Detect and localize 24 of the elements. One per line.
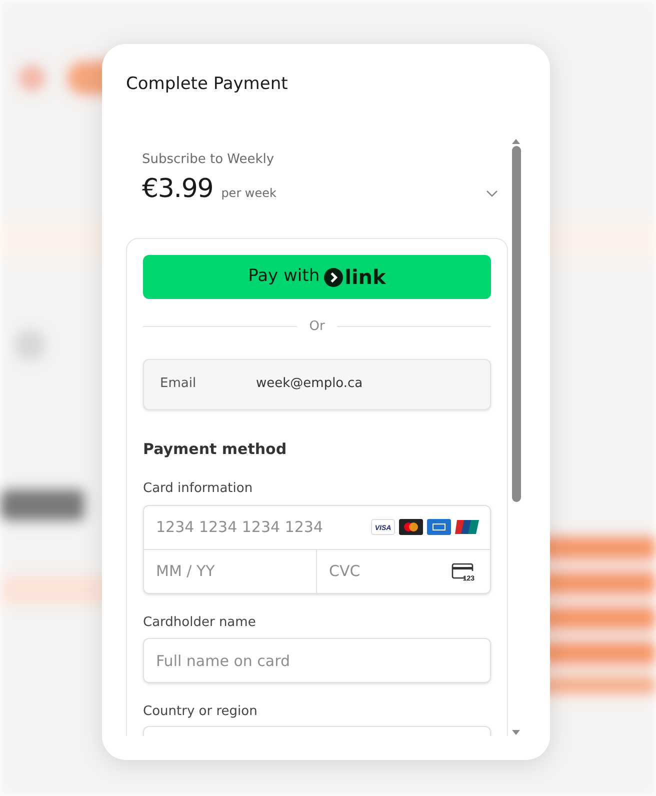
cardholder-name-field[interactable]: Full name on card [143,638,491,683]
unionpay-logo-icon [455,518,479,534]
chevron-right-icon [324,268,343,286]
or-divider-text: Or [309,318,325,336]
scrollbar[interactable] [510,138,522,736]
card-information-label: Card information [143,480,254,498]
blurred-circle [14,329,46,361]
plan-price: €3.99 [142,172,214,206]
payment-method-heading: Payment method [143,438,288,460]
plan-period: per week [221,184,276,202]
scroll-down-icon[interactable] [512,730,520,736]
mastercard-logo-icon [399,518,423,534]
scroll-thumb[interactable] [512,146,520,502]
amex-logo-icon [427,518,451,534]
dialog-title: Complete Payment [126,73,289,96]
email-field[interactable]: Email week@emplo.ca [143,358,491,410]
pay-with-link-button[interactable]: Pay with link [143,255,491,299]
chevron-down-icon[interactable] [486,190,498,198]
country-label: Country or region [143,703,258,721]
expiry-field[interactable]: MM / YY [143,550,317,594]
plan-name: Subscribe to Weekly [142,151,276,169]
cardholder-name-label: Cardholder name [143,614,257,632]
blurred-circle [18,64,46,92]
scroll-up-icon[interactable] [512,138,520,144]
